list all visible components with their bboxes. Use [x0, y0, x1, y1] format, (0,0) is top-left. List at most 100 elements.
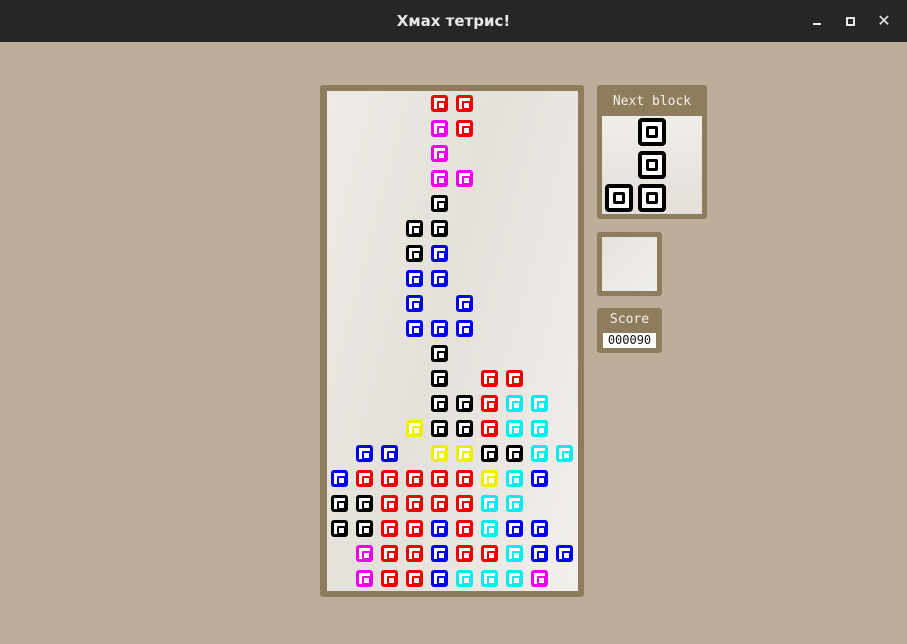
next-block-cell	[638, 118, 666, 146]
block-cell-cyan	[506, 495, 523, 512]
next-block-label: Next block	[612, 94, 692, 109]
block-cell-cyan	[531, 395, 548, 412]
block-cell-cyan	[531, 420, 548, 437]
block-cell-black	[431, 420, 448, 437]
block-cell-yellow	[481, 470, 498, 487]
block-cell-magenta	[531, 570, 548, 587]
block-cell-red	[456, 495, 473, 512]
block-cell-red	[481, 395, 498, 412]
title-bar: Xмах тетрис! ✕	[0, 0, 907, 42]
block-cell-magenta	[431, 145, 448, 162]
block-cell-blue	[431, 245, 448, 262]
block-cell-red	[381, 495, 398, 512]
hold-preview	[602, 237, 657, 291]
block-cell-black	[431, 370, 448, 387]
block-cell-cyan	[481, 520, 498, 537]
block-cell-red	[456, 520, 473, 537]
block-cell-red	[456, 470, 473, 487]
block-cell-blue	[531, 470, 548, 487]
block-cell-blue	[331, 470, 348, 487]
block-cell-black	[431, 195, 448, 212]
block-cell-blue	[456, 320, 473, 337]
block-cell-red	[406, 470, 423, 487]
block-cell-magenta	[431, 120, 448, 137]
block-cell-black	[431, 395, 448, 412]
block-cell-black	[431, 220, 448, 237]
block-cell-blue	[431, 545, 448, 562]
window-title: Xмах тетрис!	[396, 12, 511, 30]
block-cell-red	[456, 120, 473, 137]
block-cell-blue	[556, 545, 573, 562]
game-board	[327, 91, 578, 591]
block-cell-red	[481, 545, 498, 562]
block-cell-black	[356, 495, 373, 512]
block-cell-cyan	[506, 395, 523, 412]
block-cell-black	[331, 495, 348, 512]
block-cell-red	[456, 95, 473, 112]
block-cell-red	[431, 470, 448, 487]
block-cell-magenta	[431, 170, 448, 187]
next-block-preview	[602, 116, 702, 214]
score-value: 000090	[603, 333, 656, 348]
block-cell-magenta	[356, 545, 373, 562]
block-cell-blue	[531, 520, 548, 537]
next-block-cell	[638, 151, 666, 179]
block-cell-blue	[431, 270, 448, 287]
block-cell-black	[506, 445, 523, 462]
block-cell-blue	[431, 520, 448, 537]
close-icon[interactable]: ✕	[874, 11, 894, 31]
block-cell-blue	[406, 295, 423, 312]
block-cell-cyan	[506, 545, 523, 562]
block-cell-cyan	[481, 570, 498, 587]
block-cell-red	[406, 570, 423, 587]
block-cell-black	[456, 420, 473, 437]
next-block-cell	[638, 184, 666, 212]
block-cell-black	[356, 520, 373, 537]
block-cell-red	[381, 520, 398, 537]
block-cell-blue	[406, 270, 423, 287]
block-cell-cyan	[456, 570, 473, 587]
block-cell-black	[481, 445, 498, 462]
score-label: Score	[609, 312, 650, 327]
block-cell-magenta	[456, 170, 473, 187]
block-cell-blue	[431, 570, 448, 587]
block-cell-red	[431, 95, 448, 112]
block-cell-red	[431, 495, 448, 512]
block-cell-blue	[431, 320, 448, 337]
block-cell-yellow	[431, 445, 448, 462]
block-cell-black	[406, 220, 423, 237]
block-cell-black	[456, 395, 473, 412]
block-cell-blue	[381, 445, 398, 462]
next-block-cell	[605, 184, 633, 212]
minimize-icon[interactable]	[808, 11, 828, 31]
block-cell-blue	[531, 545, 548, 562]
block-cell-blue	[406, 320, 423, 337]
block-cell-blue	[506, 520, 523, 537]
block-cell-blue	[456, 295, 473, 312]
block-cell-cyan	[556, 445, 573, 462]
block-cell-red	[506, 370, 523, 387]
block-cell-red	[356, 470, 373, 487]
block-cell-red	[481, 370, 498, 387]
block-cell-red	[481, 420, 498, 437]
block-cell-red	[406, 495, 423, 512]
block-cell-yellow	[406, 420, 423, 437]
block-cell-red	[456, 545, 473, 562]
block-cell-red	[406, 520, 423, 537]
block-cell-red	[381, 470, 398, 487]
block-cell-cyan	[506, 420, 523, 437]
block-cell-blue	[356, 445, 373, 462]
block-cell-red	[381, 570, 398, 587]
block-cell-red	[381, 545, 398, 562]
block-cell-cyan	[531, 445, 548, 462]
block-cell-black	[406, 245, 423, 262]
block-cell-black	[331, 520, 348, 537]
block-cell-magenta	[356, 570, 373, 587]
block-cell-black	[431, 345, 448, 362]
block-cell-yellow	[456, 445, 473, 462]
block-cell-cyan	[506, 570, 523, 587]
block-cell-red	[406, 545, 423, 562]
block-cell-cyan	[506, 470, 523, 487]
block-cell-cyan	[481, 495, 498, 512]
maximize-icon[interactable]	[840, 11, 860, 31]
